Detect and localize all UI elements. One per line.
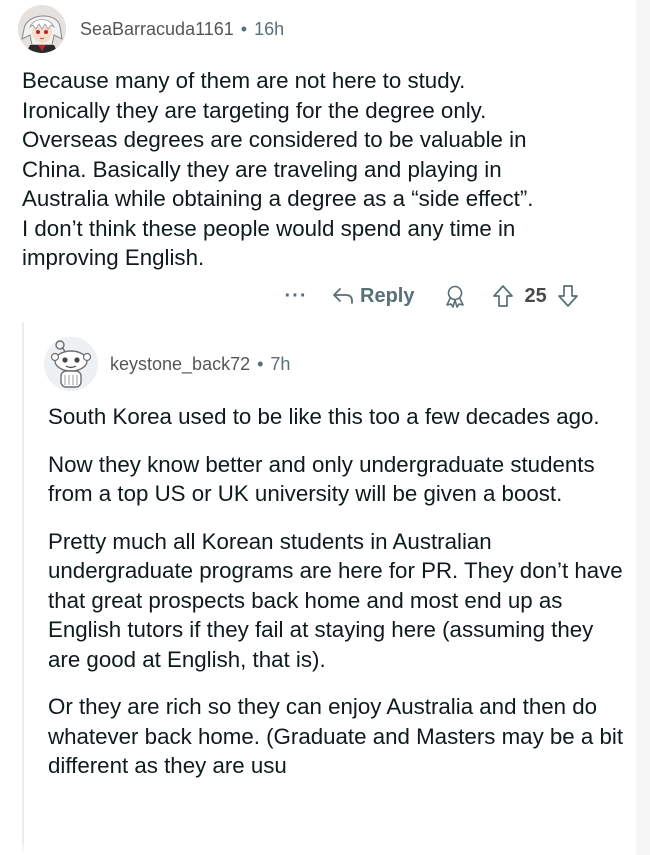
comment-meta: SeaBarracuda1161 • 16h [80, 19, 284, 40]
comment-line: Australia while obtaining a degree as a … [22, 186, 534, 211]
reply-paragraph: Pretty much all Korean students in Austr… [48, 528, 623, 672]
reply-body: South Korea used to be like this too a f… [48, 402, 628, 799]
award-button[interactable] [442, 283, 468, 309]
comment-thread: SeaBarracuda1161 • 16h Because many of t… [0, 0, 650, 855]
user-avatar[interactable] [44, 337, 98, 391]
user-avatar[interactable] [18, 5, 66, 53]
anime-avatar-icon [18, 5, 66, 53]
reply-username[interactable]: keystone_back72 [110, 354, 250, 375]
comment-line: improving English. [22, 245, 205, 270]
comment-line: China. Basically they are traveling and … [22, 156, 502, 182]
comment-action-bar: ··· Reply 25 [282, 282, 579, 310]
meta-separator: • [257, 353, 264, 374]
reply-age[interactable]: 7h [270, 354, 290, 375]
comment-body: Because many of them are not here to stu… [22, 66, 622, 273]
scrollbar-track[interactable] [636, 0, 650, 855]
comment-line: Overseas degrees are considered to be va… [22, 127, 527, 152]
reply-meta: keystone_back72 • 7h [110, 354, 290, 375]
comment-username[interactable]: SeaBarracuda1161 [80, 19, 234, 40]
reply-button[interactable]: Reply [332, 285, 414, 308]
thread-collapse-line[interactable] [22, 322, 24, 855]
bottom-cutoff [0, 841, 650, 855]
upvote-button[interactable] [492, 284, 514, 308]
downvote-arrow-icon [557, 285, 578, 307]
upvote-arrow-icon [493, 285, 514, 307]
comment-line: Ironically they are targeting for the de… [22, 97, 487, 123]
comment-header: SeaBarracuda1161 • 16h [18, 2, 284, 56]
snoo-avatar-icon [44, 337, 98, 391]
award-icon [446, 285, 465, 308]
reply-header: keystone_back72 • 7h [44, 334, 290, 394]
comment-age[interactable]: 16h [254, 19, 284, 40]
downvote-button[interactable] [557, 284, 579, 308]
comment-line: I don’t think these people would spend a… [22, 215, 516, 241]
reply-paragraph: Now they know better and only undergradu… [48, 451, 595, 507]
more-options-button[interactable]: ··· [282, 285, 310, 308]
reply-label: Reply [360, 284, 415, 307]
vote-count: 25 [524, 284, 547, 307]
reply-paragraph: Or they are rich so they can enjoy Austr… [48, 694, 624, 778]
meta-separator: • [240, 18, 248, 39]
reply-arrow-icon [333, 288, 353, 304]
comment-line: Because many of them are not here to stu… [22, 68, 466, 93]
reply-paragraph: South Korea used to be like this too a f… [48, 404, 600, 429]
